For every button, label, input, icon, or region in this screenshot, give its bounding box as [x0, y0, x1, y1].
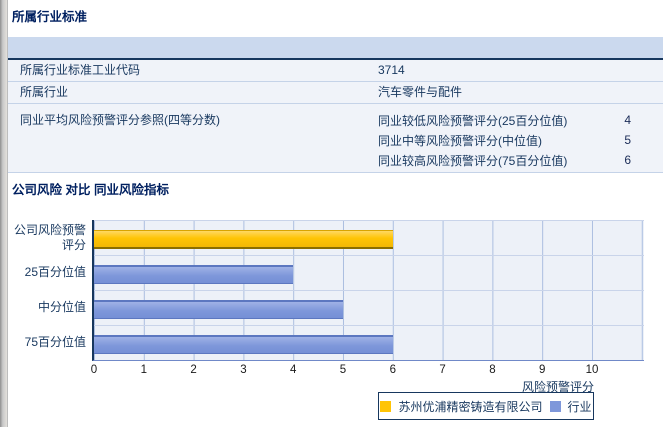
table-row-peer-scores: 同业平均风险预警评分参照(四等分数) 同业较低风险预警评分(25百分位值) 4 …	[8, 104, 663, 173]
window-left-border	[0, 0, 8, 427]
x-axis-tick-label: 8	[489, 364, 496, 376]
row-value: 3714	[378, 63, 405, 77]
x-axis-tick-label: 4	[289, 364, 297, 376]
peer-score-item: 同业较高风险预警评分(75百分位值) 6	[378, 150, 631, 170]
peer-score-value: 4	[624, 113, 631, 127]
report-panel: 所属行业标准 所属行业标准工业代码 3714 所属行业 汽车零件与配件 同业平均…	[8, 0, 663, 197]
legend-label-company: 苏州优浦精密铸造有限公司	[398, 399, 543, 414]
peer-score-list: 同业较低风险预警评分(25百分位值) 4 同业中等风险预警评分(中位值) 5 同…	[378, 110, 663, 170]
chart-legend: 苏州优浦精密铸造有限公司 行业	[378, 392, 594, 420]
x-axis-tick-label: 2	[190, 364, 197, 376]
x-axis-tick-label: 6	[389, 364, 396, 376]
legend-swatch-industry	[549, 400, 561, 412]
table-row: 所属行业 汽车零件与配件	[8, 82, 663, 104]
row-value: 汽车零件与配件	[378, 85, 463, 99]
peer-score-value: 6	[624, 153, 631, 167]
bar-industry	[94, 264, 294, 284]
x-axis-tick-label: 3	[240, 364, 247, 376]
x-axis-tick-label: 5	[339, 364, 347, 376]
x-axis-tick-label: 7	[439, 364, 446, 376]
y-axis-category-label: 公司风险预警评分	[13, 222, 86, 252]
peer-score-label: 同业中等风险预警评分(中位值)	[378, 133, 542, 148]
peer-score-value: 5	[624, 133, 631, 147]
chart-section-title: 公司风险 对比 同业风险指标	[12, 183, 169, 197]
legend-swatch-company	[380, 400, 392, 412]
legend-label-industry: 行业	[567, 399, 592, 414]
peer-score-label: 同业较低风险预警评分(25百分位值)	[378, 113, 568, 128]
y-axis-category-label: 25百分位值	[24, 265, 86, 279]
bar-industry	[94, 299, 343, 319]
table-row: 所属行业标准工业代码 3714	[8, 60, 663, 82]
x-axis-tick-label: 9	[538, 364, 546, 376]
row-label: 同业平均风险预警评分参照(四等分数)	[20, 113, 220, 127]
bar-industry	[94, 334, 393, 354]
x-axis-tick-label: 10	[585, 364, 599, 376]
peer-score-label: 同业较高风险预警评分(75百分位值)	[378, 153, 568, 168]
peer-score-item: 同业中等风险预警评分(中位值) 5	[378, 130, 631, 150]
y-axis-category-label: 中分位值	[37, 300, 86, 314]
y-axis-category-label: 75百分位值	[24, 335, 86, 349]
row-label: 所属行业标准工业代码	[20, 63, 141, 77]
bar-chart: 风险预警评分 苏州优浦精密铸造有限公司 行业 公司风险预警评分 25百分位值 中分位…	[8, 212, 663, 427]
x-axis-tick-label: 1	[140, 364, 147, 376]
row-label: 所属行业	[20, 85, 69, 99]
peer-score-item: 同业较低风险预警评分(25百分位值) 4	[378, 110, 631, 130]
industry-section-title: 所属行业标准	[12, 10, 88, 24]
x-axis-tick-label: 0	[90, 364, 98, 376]
industry-standards-table: 所属行业标准工业代码 3714 所属行业 汽车零件与配件 同业平均风险预警评分参…	[8, 37, 663, 173]
bar-company	[94, 229, 393, 249]
table-header-band	[8, 37, 663, 60]
